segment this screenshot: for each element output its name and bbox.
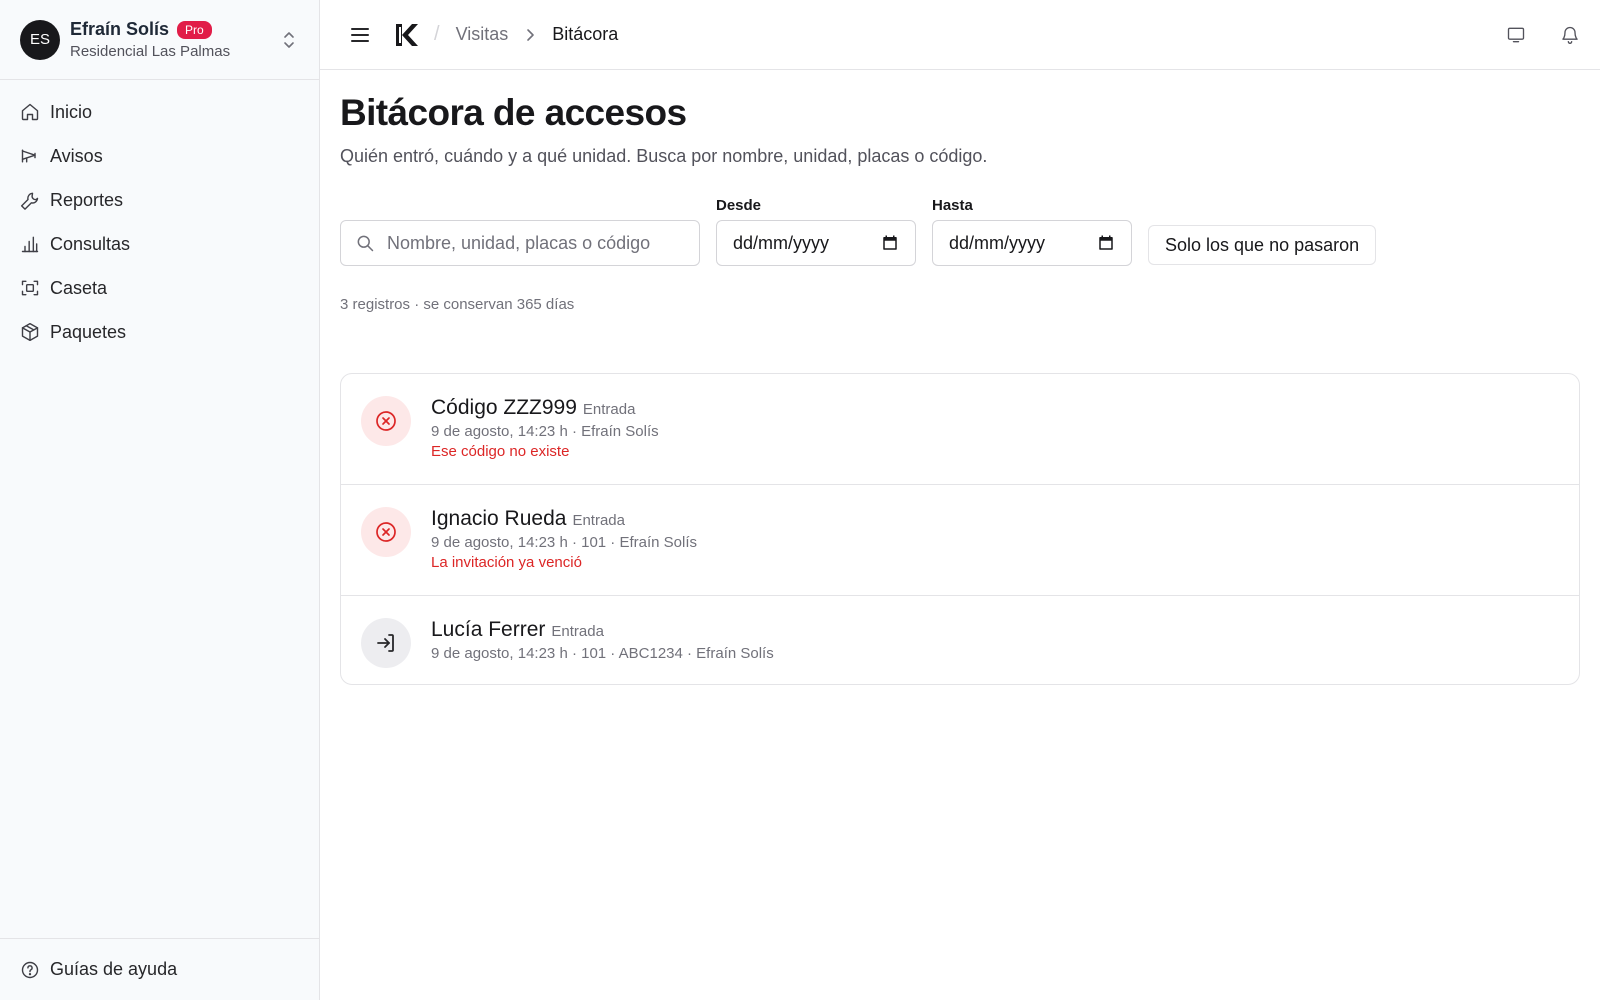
- app-logo-icon[interactable]: [394, 22, 418, 48]
- home-icon: [21, 103, 39, 121]
- date-to-value: dd/mm/yyyy: [949, 232, 1046, 253]
- page-content: Bitácora de accesos Quién entró, cuándo …: [320, 70, 1600, 685]
- sidebar-item-label: Consultas: [50, 233, 131, 254]
- sidebar-item-label: Avisos: [50, 145, 103, 166]
- sidebar-item-label: Paquetes: [50, 321, 127, 342]
- bell-icon: [1562, 26, 1578, 44]
- record-meta: 9 de agosto, 14:23 h · Efraín Solís: [431, 423, 659, 440]
- record-meta: 9 de agosto, 14:23 h · 101 · Efraín Solí…: [431, 534, 698, 551]
- x-circle-icon: [376, 522, 396, 542]
- wrench-icon: [20, 192, 39, 210]
- record-meta: 9 de agosto, 14:23 h · 101 · ABC1234 · E…: [431, 645, 774, 662]
- record-body: Código ZZZ999 Entrada 9 de agosto, 14:23…: [431, 396, 659, 460]
- search-field[interactable]: [340, 220, 700, 266]
- record-type: Entrada: [572, 512, 625, 529]
- record-title-row: Código ZZZ999 Entrada: [431, 396, 659, 420]
- date-from-value: dd/mm/yyyy: [733, 232, 830, 253]
- status-indicator: [361, 396, 411, 446]
- community-name: Residencial Las Palmas: [70, 43, 231, 60]
- record-error: La invitación ya venció: [431, 554, 582, 571]
- breadcrumb-visitas[interactable]: Visitas: [456, 24, 509, 45]
- chevron-right-icon: [527, 28, 535, 41]
- search-input[interactable]: [387, 232, 685, 254]
- sidebar: ES Efraín Solís Pro Residencial Las Palm…: [0, 0, 320, 1000]
- display-button[interactable]: [1506, 25, 1526, 45]
- record-body: Ignacio Rueda Entrada 9 de agosto, 14:23…: [431, 507, 697, 571]
- help-circle-icon: [21, 961, 39, 978]
- date-from-label: Desde: [716, 197, 762, 214]
- account-name-row: Efraín Solís Pro: [70, 19, 279, 40]
- page-subtitle: Quién entró, cuándo y a qué unidad. Busc…: [340, 146, 988, 166]
- chevrons-up-down-icon[interactable]: [279, 28, 299, 52]
- topbar: / Visitas Bitácora: [320, 0, 1600, 70]
- record-name: Código ZZZ999: [431, 396, 577, 419]
- record-title-row: Lucía Ferrer Entrada: [431, 618, 774, 642]
- date-from-group: Desde dd/mm/yyyy: [716, 197, 916, 266]
- failed-only-toggle[interactable]: Solo los que no pasaron: [1148, 225, 1377, 265]
- calendar-icon[interactable]: [881, 234, 899, 252]
- status-indicator: [361, 507, 411, 557]
- account-switcher[interactable]: ES Efraín Solís Pro Residencial Las Palm…: [0, 0, 319, 80]
- list-item[interactable]: Lucía Ferrer Entrada 9 de agosto, 14:23 …: [341, 596, 1579, 684]
- sidebar-item-reportes[interactable]: Reportes: [0, 178, 319, 222]
- record-name: Lucía Ferrer: [431, 618, 546, 641]
- page-title: Bitácora de accesos: [340, 92, 687, 133]
- sidebar-item-paquetes[interactable]: Paquetes: [0, 310, 319, 354]
- record-title-row: Ignacio Rueda Entrada: [431, 507, 697, 531]
- avatar: ES: [20, 19, 60, 60]
- search-icon: [357, 235, 374, 252]
- record-body: Lucía Ferrer Entrada 9 de agosto, 14:23 …: [431, 618, 774, 662]
- log-in-icon: [377, 634, 394, 652]
- breadcrumb-current: Bitácora: [552, 24, 619, 44]
- access-log-list: Código ZZZ999 Entrada 9 de agosto, 14:23…: [340, 373, 1580, 685]
- scan-icon: [21, 280, 39, 296]
- hamburger-icon: [351, 27, 369, 42]
- list-item[interactable]: Código ZZZ999 Entrada 9 de agosto, 14:23…: [341, 374, 1579, 485]
- record-type: Entrada: [582, 401, 636, 418]
- record-error: Ese código no existe: [431, 443, 570, 460]
- sidebar-item-label: Reportes: [50, 189, 124, 210]
- sidebar-item-avisos[interactable]: Avisos: [0, 134, 319, 178]
- date-from-input[interactable]: dd/mm/yyyy: [716, 220, 916, 266]
- date-to-label: Hasta: [932, 197, 973, 214]
- package-icon: [21, 322, 39, 342]
- records-summary: 3 registros · se conservan 365 días: [340, 296, 575, 313]
- topbar-actions: [1506, 25, 1580, 45]
- monitor-icon: [1507, 27, 1525, 42]
- plan-badge: Pro: [177, 20, 212, 39]
- date-to-group: Hasta dd/mm/yyyy: [932, 197, 1132, 266]
- breadcrumb-separator: /: [434, 23, 440, 45]
- sidebar-item-caseta[interactable]: Caseta: [0, 266, 319, 310]
- sidebar-item-label: Inicio: [50, 101, 93, 122]
- account-info: Efraín Solís Pro Residencial Las Palmas: [70, 19, 279, 60]
- help-guides-label: Guías de ayuda: [50, 959, 178, 979]
- filters-bar: Desde dd/mm/yyyy Hasta dd/mm/yyyy Solo l…: [340, 197, 1580, 266]
- calendar-icon[interactable]: [1097, 234, 1115, 252]
- menu-button[interactable]: [348, 23, 372, 47]
- sidebar-item-inicio[interactable]: Inicio: [0, 90, 319, 134]
- list-item[interactable]: Ignacio Rueda Entrada 9 de agosto, 14:23…: [341, 485, 1579, 596]
- date-to-input[interactable]: dd/mm/yyyy: [932, 220, 1132, 266]
- status-indicator: [361, 618, 411, 668]
- help-guides-link[interactable]: Guías de ayuda: [0, 938, 319, 1000]
- sidebar-nav: Inicio Avisos Reportes Consultas Caseta …: [0, 80, 319, 354]
- bar-chart-icon: [21, 236, 39, 253]
- app-root: ES Efraín Solís Pro Residencial Las Palm…: [0, 0, 1600, 1000]
- sidebar-item-consultas[interactable]: Consultas: [0, 222, 319, 266]
- main-area: / Visitas Bitácora Bitácora de accesos Q…: [320, 0, 1600, 1000]
- notifications-button[interactable]: [1560, 25, 1580, 45]
- account-name: Efraín Solís: [70, 19, 170, 39]
- x-circle-icon: [376, 411, 396, 431]
- record-name: Ignacio Rueda: [431, 507, 567, 530]
- sidebar-item-label: Caseta: [50, 277, 108, 298]
- record-type: Entrada: [551, 623, 604, 640]
- megaphone-icon: [21, 149, 36, 163]
